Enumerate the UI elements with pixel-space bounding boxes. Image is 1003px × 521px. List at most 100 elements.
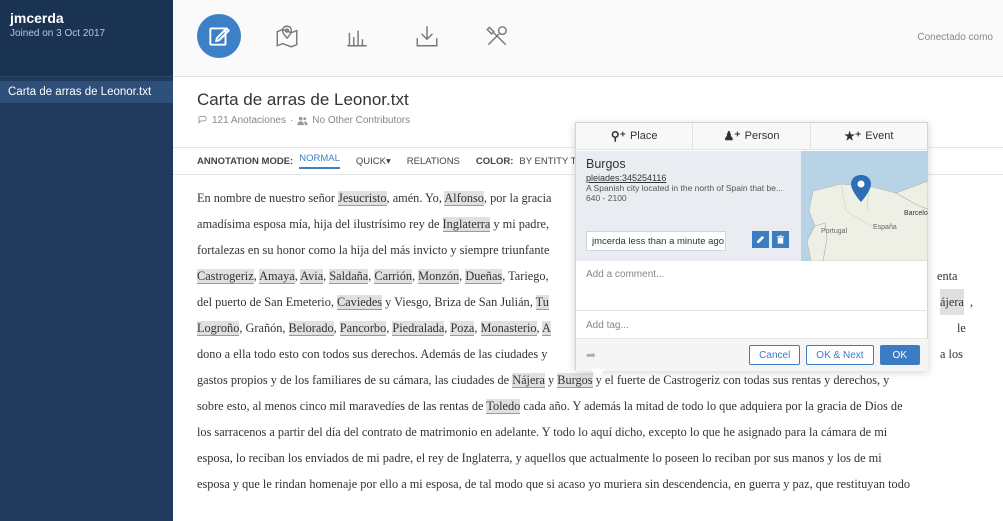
entity-annotation[interactable]: Poza [450,321,475,336]
color-label: COLOR: [475,155,514,167]
place-map[interactable]: Barcelo España Portugal [801,151,928,261]
map-tool-button[interactable] [267,16,307,56]
tab-person-label: Person [744,130,780,142]
annotate-tool-button[interactable] [197,14,241,58]
entity-annotation[interactable]: A [542,321,551,336]
text-line: esposa y que le rindan homenaje por ello… [197,477,910,491]
trash-icon [776,235,785,244]
top-toolbar: Conectado como [173,0,1003,77]
text-segment: , [970,295,974,309]
pleiades-link[interactable]: pleiades:345254116 [586,173,796,183]
author-time: less than a minute ago [628,235,725,247]
sidebar: jmcerda Joined on 3 Oct 2017 Carta de ar… [0,0,173,521]
text-segment: del puerto de San Emeterio, [197,295,338,309]
place-pin-icon: ⚲⁺ [610,129,626,143]
entity-annotation[interactable]: Monasterio [480,321,537,336]
entity-annotation[interactable]: ájera [940,289,964,315]
entity-annotation[interactable]: Pancorbo [339,321,387,336]
entity-annotation[interactable]: Avia [300,269,324,284]
entity-annotation[interactable]: Alfonso [444,191,484,206]
mode-relations-tab[interactable]: RELATIONS [407,156,460,167]
text-line: sobre esto, al menos cinco mil maravedíe… [197,393,987,419]
user-name[interactable]: jmcerda [10,10,163,26]
settings-tool-button[interactable] [477,16,517,56]
entity-annotation[interactable]: Monzón [418,269,460,284]
star-icon: ★⁺ [844,129,862,143]
comment-input[interactable]: Add a comment... [576,261,928,311]
ok-button[interactable]: OK [879,345,920,365]
comment-icon [198,115,207,125]
user-block: jmcerda Joined on 3 Oct 2017 [0,0,173,77]
stats-tool-button[interactable] [337,16,377,56]
annotation-popup: ⚲⁺ Place ♟⁺ Person ★⁺ Event Burgos pleiades… [575,122,928,377]
text-segment: , [474,321,481,335]
tab-event[interactable]: ★⁺ Event [811,123,927,149]
mode-normal-tab[interactable]: NORMAL [299,153,340,169]
user-joined-date: Joined on 3 Oct 2017 [10,28,106,39]
color-mode-value[interactable]: BY ENTITY TY [519,156,582,167]
text-line: esposa, lo reciban los enviados de mi pa… [197,451,882,465]
cancel-button[interactable]: Cancel [749,345,801,365]
download-tool-button[interactable] [407,16,447,56]
tab-event-label: Event [865,130,894,142]
connection-status: Conectado como [917,32,993,43]
tab-place[interactable]: ⚲⁺ Place [576,123,694,149]
tab-place-label: Place [629,130,658,142]
entity-annotation[interactable]: Belorado [288,321,334,336]
map-label-barcelona: Barcelo [904,210,928,217]
entity-annotation[interactable]: Jesucristo [338,191,387,206]
text-segment: y Viesgo, Briza de San Julián, [382,295,536,309]
entity-annotation[interactable]: Logroño [197,321,240,336]
tab-person[interactable]: ♟⁺ Person [693,123,811,149]
pencil-icon [756,235,765,244]
entity-annotation[interactable]: Dueñas [465,269,503,284]
text-segment: amadísima esposa mía, hija del ilustrísi… [197,217,443,231]
text-segment: sobre esto, al menos cinco mil maravedíe… [197,399,487,413]
entity-annotation[interactable]: Nájera [512,373,545,388]
delete-annotation-button[interactable] [772,231,789,248]
contributors-text: No Other Contributors [312,115,411,126]
entity-annotation[interactable]: Amaya [259,269,295,284]
entity-annotation[interactable]: Castrogeriz [197,269,254,284]
entity-annotation[interactable]: Toledo [486,399,521,414]
ok-next-button[interactable]: OK & Next [806,345,874,365]
map-label-portugal: Portugal [821,228,848,235]
text-segment: le [957,321,966,335]
text-segment: cada año. Y además la mitad de todo lo q… [520,399,903,413]
tag-input[interactable]: Add tag... [576,311,928,339]
popup-footer: ➦ Cancel OK & Next OK [576,339,928,371]
entity-annotation[interactable]: Inglaterra [442,217,491,232]
text-segment: a los [940,347,963,361]
text-segment: , por la gracia [483,191,552,205]
mode-quick-tab[interactable]: QUICK▾ [356,156,391,167]
text-segment: , Grañón, [239,321,289,335]
download-icon [416,26,438,47]
entity-type-tabs: ⚲⁺ Place ♟⁺ Person ★⁺ Event [576,123,927,150]
share-icon[interactable]: ➦ [586,348,596,362]
entity-annotation[interactable]: Tu [535,295,549,310]
edit-icon [209,27,231,46]
text-segment: , amén. Yo, [386,191,445,205]
edit-annotation-button[interactable] [752,231,769,248]
chart-icon [347,30,367,47]
sidebar-document-item[interactable]: Carta de arras de Leonor.txt [0,81,173,103]
entity-annotation[interactable]: Burgos [557,373,593,388]
text-segment: , [333,321,340,335]
map-icon [276,25,298,48]
text-segment: enta [937,269,958,283]
place-info: Burgos pleiades:345254116 A Spanish city… [586,157,796,203]
entity-annotation[interactable]: Carrión [374,269,412,284]
map-graphic: Barcelo España Portugal [801,151,928,261]
entity-annotation[interactable]: Caviedes [337,295,383,310]
annotation-mode-label: ANNOTATION MODE: [197,155,294,167]
entity-annotation[interactable]: Piedralada [392,321,445,336]
contributors-icon [297,116,308,126]
author-name: jmcerda [592,235,626,247]
annotation-author: jmcerda less than a minute ago [586,231,726,251]
document-title: Carta de arras de Leonor.txt [197,90,409,109]
meta-separator: · [289,115,294,126]
document-meta: 121 Anotaciones · No Other Contributors [197,115,410,126]
text-line: los sarracenos a partir del día del cont… [197,425,888,439]
entity-annotation[interactable]: Saldaña [329,269,369,284]
place-dates: 640 - 2100 [586,193,627,203]
